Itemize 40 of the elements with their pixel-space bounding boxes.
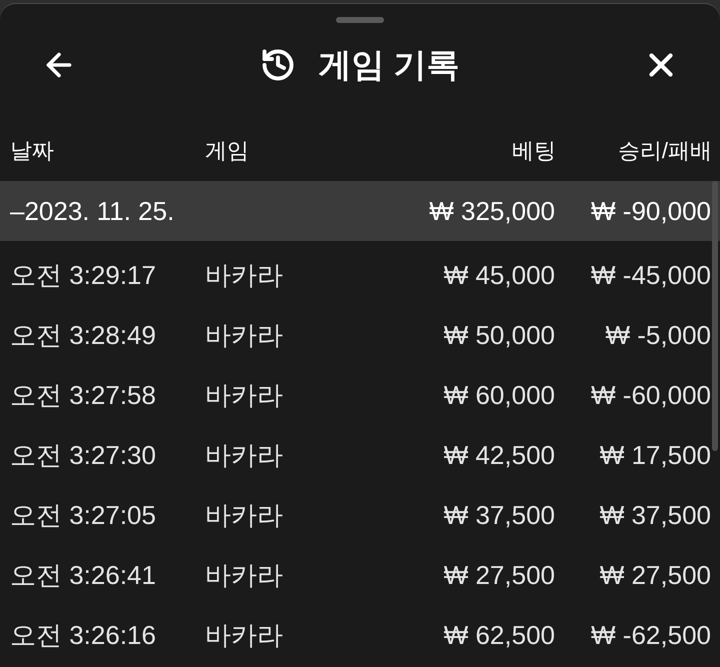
result-column-header: 승리/패배 xyxy=(616,137,712,165)
game-cell-text: 바카라 xyxy=(205,618,284,652)
game-cell-text: 바카라 xyxy=(205,258,284,292)
bet-cell-text: ₩ 45,000 xyxy=(442,260,555,290)
game-cell-text: 바카라 xyxy=(205,318,284,352)
time-cell-text: 오전 3:28:49 xyxy=(10,318,157,352)
game-cell-text: 바카라 xyxy=(205,378,284,412)
game-cell-text: 바카라 xyxy=(205,498,284,532)
bet-cell-text: ₩ 37,500 xyxy=(442,500,555,530)
result-cell-text: ₩ 37,500 xyxy=(598,500,711,530)
bet-cell-text: ₩ 42,500 xyxy=(442,440,555,470)
group-date: –2023. 11. 25. xyxy=(10,196,176,226)
result-cell-text: ₩ -62,500 xyxy=(590,620,711,650)
date-group-row[interactable]: –2023. 11. 25. ₩ 325,000 ₩ -90,000 xyxy=(0,181,720,241)
bet-cell-text: ₩ 60,000 xyxy=(442,380,555,410)
game-cell-text: 바카라 xyxy=(205,438,284,472)
scrollbar-thumb[interactable] xyxy=(712,181,718,451)
result-cell-text: ₩ 17,500 xyxy=(598,440,711,470)
panel-title: 게임 기록 xyxy=(318,44,460,84)
group-bet-total: ₩ 325,000 xyxy=(428,196,555,226)
game-column-header: 게임 xyxy=(205,137,250,165)
date-column-header: 날짜 xyxy=(10,137,55,165)
group-result-total: ₩ -90,000 xyxy=(590,196,711,226)
time-cell-text: 오전 3:26:16 xyxy=(10,618,157,652)
time-cell-text: 오전 3:27:05 xyxy=(10,498,157,532)
time-cell-text: 오전 3:27:30 xyxy=(10,438,157,472)
drag-handle[interactable] xyxy=(336,17,384,23)
bet-cell-text: ₩ 50,000 xyxy=(442,320,555,350)
bet-cell-text: ₩ 27,500 xyxy=(442,560,555,590)
result-cell-text: ₩ -5,000 xyxy=(604,320,711,350)
bet-cell-text: ₩ 62,500 xyxy=(442,620,555,650)
bet-column-header: 베팅 xyxy=(511,137,556,165)
time-cell-text: 오전 3:26:41 xyxy=(10,558,157,592)
result-cell-text: ₩ 27,500 xyxy=(598,560,711,590)
game-cell-text: 바카라 xyxy=(205,558,284,592)
result-cell-text: ₩ -45,000 xyxy=(590,260,711,290)
result-cell-text: ₩ -60,000 xyxy=(590,380,711,410)
time-cell-text: 오전 3:29:17 xyxy=(10,258,157,292)
history-icon xyxy=(260,47,296,83)
time-cell-text: 오전 3:27:58 xyxy=(10,378,157,412)
